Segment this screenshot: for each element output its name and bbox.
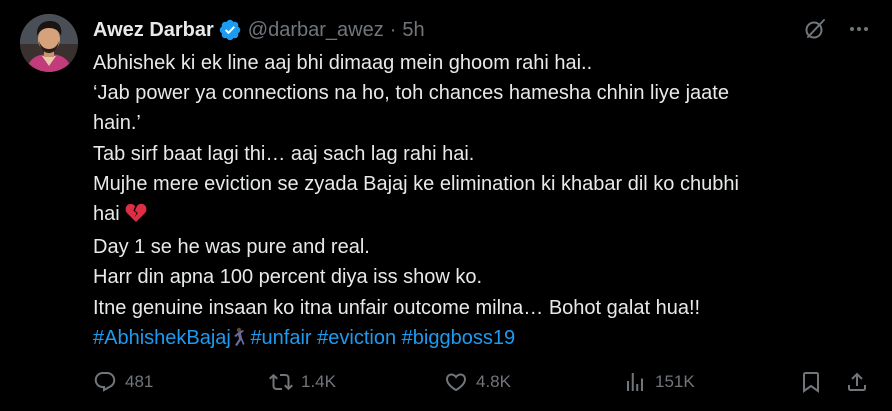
tweet-top-actions [802, 16, 872, 42]
more-horizontal-icon[interactable] [846, 16, 872, 42]
separator-dot: · [389, 18, 397, 41]
bookmark-icon [803, 372, 819, 393]
tweet[interactable]: Awez Darbar @darbar_awez · 5h Abhishek k… [0, 0, 892, 411]
broken-heart-emoji [125, 202, 147, 232]
tweet-line: Itne genuine insaan ko itna unfair outco… [93, 296, 701, 319]
user-handle[interactable]: @darbar_awez [248, 19, 384, 42]
repost-count: 1.4K [301, 372, 336, 391]
heart-icon [445, 373, 467, 392]
tweet-line: Day 1 se he was pure and real. [93, 236, 370, 259]
share-icon [848, 372, 866, 391]
like-count: 4.8K [476, 372, 511, 391]
tweet-line: ‘Jab power ya connections na ho, toh cha… [93, 82, 729, 105]
verified-badge-icon[interactable] [218, 18, 242, 42]
tweet-header: Awez Darbar @darbar_awez · 5h [93, 16, 425, 44]
views-button[interactable]: 151K [623, 366, 695, 398]
tweet-action-bar: 481 1.4K 4.8K 151K [93, 366, 873, 398]
views-count: 151K [655, 372, 695, 391]
views-chart-icon [627, 373, 643, 391]
repost-button[interactable]: 1.4K [269, 366, 336, 398]
tweet-line: Mujhe mere eviction se zyada Bajaj ke el… [93, 172, 739, 195]
hashtag-link[interactable]: #AbhishekBajaj [93, 327, 231, 349]
bookmark-button[interactable] [799, 366, 823, 398]
tweet-line-with-emoji: hai [93, 199, 863, 232]
dancer-emoji [231, 326, 245, 356]
tweet-line: Abhishek ki ek line aaj bhi dimaag mein … [93, 52, 593, 74]
hashtag-link[interactable]: #unfair [250, 327, 311, 349]
like-button[interactable]: 4.8K [444, 366, 511, 398]
tweet-line: Harr din apna 100 percent diya iss show … [93, 266, 483, 289]
avatar[interactable] [20, 14, 78, 72]
tweet-line-text: hai [93, 203, 120, 226]
tweet-text: Abhishek ki ek line aaj bhi dimaag mein … [93, 48, 863, 356]
hashtag-line: #AbhishekBajaj #unfair #eviction #biggbo… [93, 323, 863, 356]
reply-icon [94, 372, 116, 392]
hashtag-link[interactable]: #eviction [317, 327, 396, 349]
hashtag-link[interactable]: #biggboss19 [402, 327, 515, 349]
timestamp[interactable]: 5h [402, 19, 424, 42]
reply-count: 481 [125, 372, 154, 391]
display-name[interactable]: Awez Darbar [93, 19, 214, 42]
grok-icon[interactable] [802, 16, 828, 42]
reply-button[interactable]: 481 [93, 366, 153, 398]
tweet-line: hain.’ [93, 112, 141, 135]
repost-icon [269, 373, 293, 391]
tweet-line: Tab sirf baat lagi thi… aaj sach lag rah… [93, 142, 475, 165]
share-button[interactable] [845, 366, 869, 398]
